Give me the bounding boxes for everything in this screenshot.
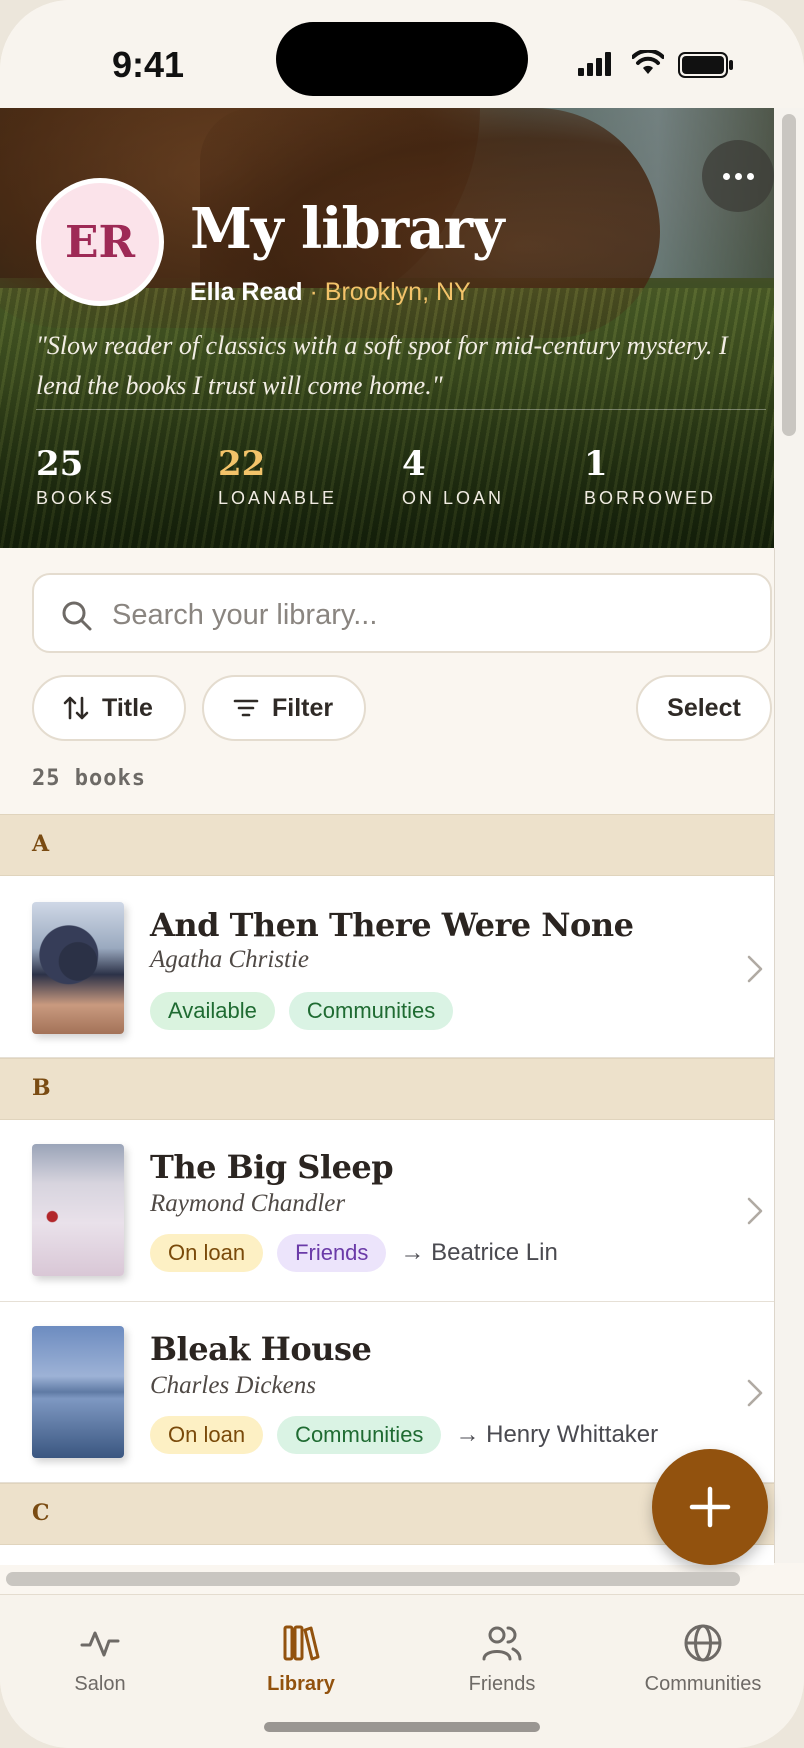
stat-value: 22 xyxy=(218,444,266,484)
borrower-name: → Beatrice Lin xyxy=(400,1239,558,1266)
sort-label: Title xyxy=(102,693,153,722)
book-cover xyxy=(32,1144,124,1276)
section-letter: C xyxy=(32,1500,50,1526)
stat-books: 25 BOOKS xyxy=(36,444,115,509)
page-title: My library xyxy=(190,196,505,262)
dynamic-island xyxy=(276,22,528,96)
tab-friends[interactable]: Friends xyxy=(402,1623,602,1696)
owner-bio: "Slow reader of classics with a soft spo… xyxy=(36,331,728,400)
status-badge: On loan xyxy=(150,1234,264,1272)
status-badge: On loan xyxy=(150,1416,264,1454)
section-header-b: B xyxy=(0,1058,774,1120)
stat-borrowed: 1 BORROWED xyxy=(584,444,716,509)
visibility-badge: Friends xyxy=(277,1234,387,1272)
stat-value: 25 xyxy=(36,444,84,484)
owner-line: Ella Read · Brooklyn, NY xyxy=(190,278,471,307)
users-icon xyxy=(482,1626,522,1661)
search-icon xyxy=(62,601,92,631)
book-author: Charles Dickens xyxy=(150,1372,316,1399)
sort-arrows-icon xyxy=(63,696,89,720)
section-letter: B xyxy=(32,1075,51,1101)
horizontal-scrollbar[interactable] xyxy=(6,1572,740,1586)
status-bar: 9:41 xyxy=(0,0,804,108)
battery-icon xyxy=(678,52,733,78)
filter-label: Filter xyxy=(272,693,334,722)
header-divider xyxy=(36,409,766,410)
phone-screen: 9:41 ER My library Ella Read · Brooklyn,… xyxy=(0,0,804,1748)
tab-communities[interactable]: Communities xyxy=(603,1623,803,1696)
chevron-right-icon xyxy=(747,955,763,983)
tab-salon[interactable]: Salon xyxy=(0,1623,200,1696)
cellular-signal-icon xyxy=(578,52,611,76)
book-tags: Available Communities xyxy=(150,992,454,1030)
avatar[interactable]: ER xyxy=(36,178,164,306)
filter-button[interactable]: Filter xyxy=(202,675,366,741)
activity-icon xyxy=(80,1631,120,1657)
stat-loanable: 22 LOANABLE xyxy=(218,444,337,509)
stat-label: ON LOAN xyxy=(402,488,505,508)
tab-library[interactable]: Library xyxy=(201,1623,401,1696)
visibility-badge: Communities xyxy=(288,992,454,1030)
owner-name: Ella Read xyxy=(190,278,303,306)
books-icon xyxy=(283,1625,320,1661)
book-row[interactable]: Bleak House Charles Dickens On loan Comm… xyxy=(0,1302,774,1483)
select-label: Select xyxy=(667,693,741,722)
book-author: Agatha Christie xyxy=(150,946,310,973)
book-cover xyxy=(32,1326,124,1458)
section-letter: A xyxy=(32,831,50,857)
select-button[interactable]: Select xyxy=(636,675,772,741)
book-title: Bleak House xyxy=(150,1330,372,1368)
book-tags: On loan Communities → Henry Whittaker xyxy=(150,1416,658,1454)
stat-value: 4 xyxy=(402,444,426,484)
vertical-scrollbar[interactable] xyxy=(782,114,796,436)
book-row[interactable]: And Then There Were None Agatha Christie… xyxy=(0,876,774,1058)
plus-icon xyxy=(689,1486,731,1528)
more-dot-icon xyxy=(722,172,730,180)
visibility-badge: Communities xyxy=(277,1416,442,1454)
filter-icon xyxy=(233,699,259,717)
tab-label: Salon xyxy=(74,1673,126,1695)
status-time: 9:41 xyxy=(112,44,185,85)
tab-label: Friends xyxy=(468,1673,536,1695)
book-author: Raymond Chandler xyxy=(150,1190,346,1217)
section-header-a: A xyxy=(0,814,774,876)
book-title: And Then There Were None xyxy=(150,906,634,944)
home-indicator xyxy=(264,1722,540,1732)
book-title: The Big Sleep xyxy=(150,1148,394,1186)
book-count: 25 books xyxy=(32,766,146,791)
search-input[interactable]: Search your library... xyxy=(32,573,772,653)
scroll-gutter-divider xyxy=(774,548,775,1563)
tab-label: Communities xyxy=(644,1673,762,1695)
wifi-icon xyxy=(632,50,664,74)
stat-label: LOANABLE xyxy=(218,488,338,508)
sort-button[interactable]: Title xyxy=(32,675,186,741)
add-book-button[interactable] xyxy=(652,1449,768,1565)
tab-label: Library xyxy=(267,1673,335,1695)
book-row xyxy=(0,1545,774,1565)
more-dot-icon xyxy=(746,172,754,180)
search-placeholder: Search your library... xyxy=(112,599,378,631)
stat-on-loan: 4 ON LOAN xyxy=(402,444,504,509)
book-row[interactable]: The Big Sleep Raymond Chandler On loan F… xyxy=(0,1120,774,1302)
stat-label: BOOKS xyxy=(36,488,116,508)
book-cover xyxy=(32,902,124,1034)
stat-value: 1 xyxy=(584,444,608,484)
owner-separator: · xyxy=(309,278,318,306)
book-tags: On loan Friends → Beatrice Lin xyxy=(150,1234,558,1272)
more-options-button[interactable] xyxy=(702,140,774,212)
stat-label: BORROWED xyxy=(584,488,716,508)
chevron-right-icon xyxy=(747,1197,763,1225)
borrower-name: → Henry Whittaker xyxy=(455,1421,659,1448)
owner-location: Brooklyn, NY xyxy=(324,278,471,306)
status-badge: Available xyxy=(150,992,275,1030)
globe-icon xyxy=(684,1624,722,1662)
more-dot-icon xyxy=(734,172,742,180)
chevron-right-icon xyxy=(747,1379,763,1407)
